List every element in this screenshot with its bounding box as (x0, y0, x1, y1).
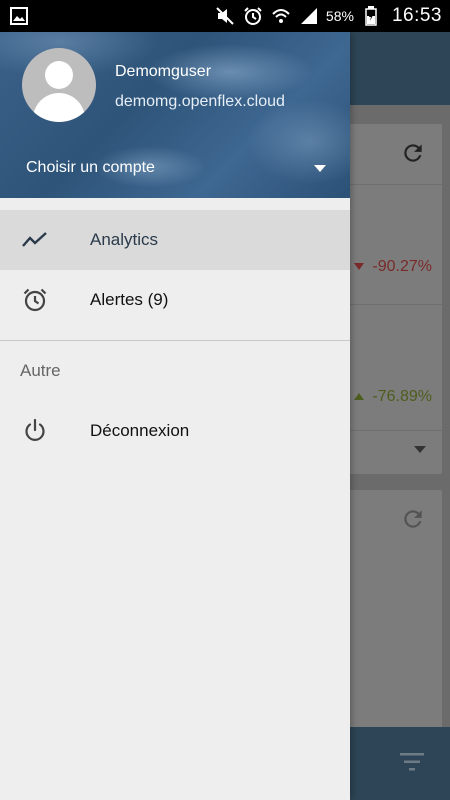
chevron-down-icon[interactable] (414, 446, 426, 453)
filter-icon[interactable] (400, 751, 424, 773)
down-arrow-icon (354, 263, 365, 271)
menu-item-label: Déconnexion (90, 421, 190, 440)
navigation-drawer: Demomguser demomg.openflex.cloud Choisir… (0, 32, 350, 800)
user-name: Demomguser (115, 63, 212, 80)
wifi-icon (270, 5, 292, 27)
chevron-down-icon (314, 164, 326, 172)
power-icon (22, 418, 48, 444)
drawer-header: Demomguser demomg.openflex.cloud Choisir… (0, 32, 350, 198)
signal-icon (298, 5, 320, 27)
alarm-icon (242, 5, 264, 27)
gallery-icon (8, 5, 30, 27)
user-email: demomg.openflex.cloud (115, 93, 285, 110)
clock: 16:53 (391, 5, 442, 26)
value-change: -90.27% (354, 258, 432, 276)
account-chooser[interactable]: Choisir un compte (0, 150, 350, 186)
menu-item-label: Analytics (90, 230, 159, 249)
up-arrow-icon (354, 393, 365, 401)
refresh-icon[interactable] (400, 506, 426, 532)
section-title: Autre (20, 361, 61, 380)
refresh-icon[interactable] (400, 140, 426, 166)
menu-item-analytics[interactable]: Analytics (0, 210, 350, 270)
battery-icon (360, 5, 382, 27)
trending-line-icon (22, 227, 48, 253)
value-change: -76.89% (354, 388, 432, 406)
mute-icon (214, 5, 236, 27)
alarm-clock-icon (22, 287, 48, 313)
battery-percent: 58% (325, 8, 354, 24)
menu-item-deconnexion[interactable]: Déconnexion (0, 401, 350, 461)
menu-item-label: Alertes (9) (90, 290, 169, 309)
status-bar: 58% 16:53 (0, 0, 450, 32)
account-chooser-label: Choisir un compte (26, 159, 155, 176)
drawer-menu: Analytics Alertes (9) Autre Déconnexion (0, 210, 350, 461)
menu-item-alertes[interactable]: Alertes (9) (0, 270, 350, 330)
avatar[interactable] (22, 48, 96, 122)
